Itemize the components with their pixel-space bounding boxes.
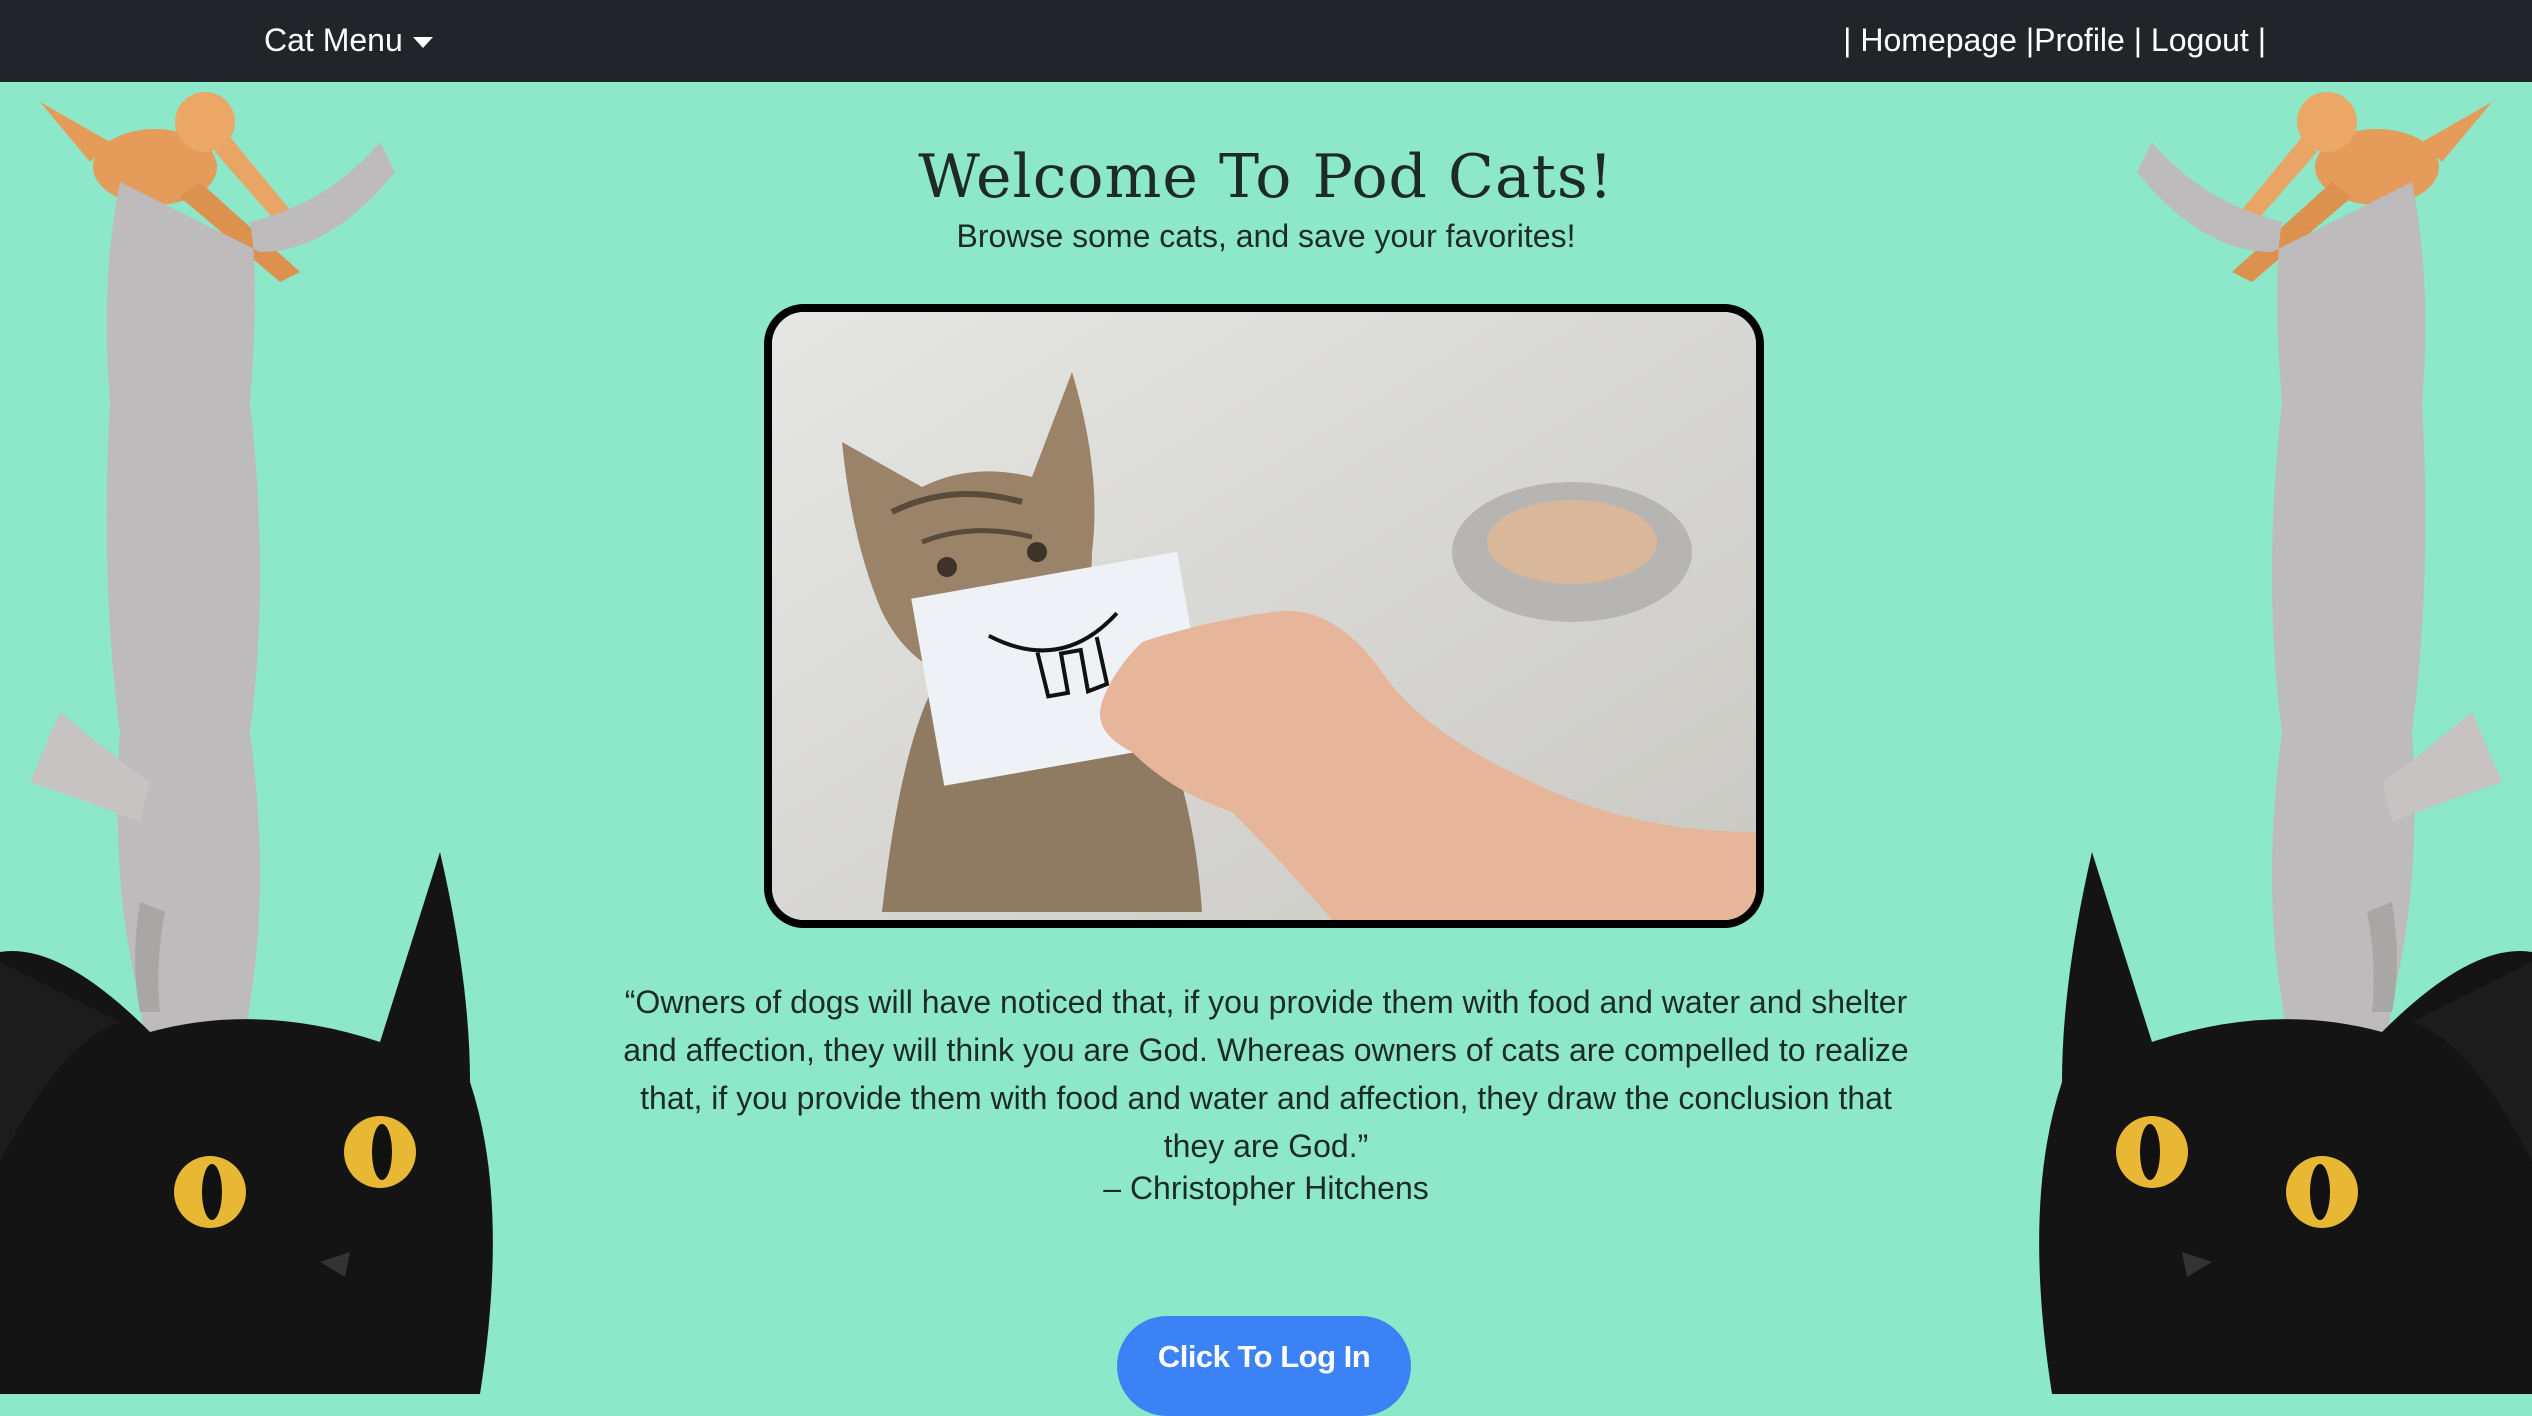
nav-link-profile[interactable]: Profile: [2034, 22, 2125, 59]
nav-separator: |: [2016, 22, 2035, 58]
page-title: Welcome To Pod Cats!: [918, 142, 1614, 212]
nav-separator: |: [1843, 22, 1861, 58]
nav-separator: |: [2248, 22, 2266, 58]
page-subtitle: Browse some cats, and save your favorite…: [956, 218, 1576, 254]
login-button[interactable]: Click To Log In: [1117, 1316, 1411, 1416]
nav-link-homepage[interactable]: Homepage: [1860, 22, 2017, 59]
nav-link-logout[interactable]: Logout: [2151, 22, 2249, 59]
hero-image: [764, 304, 1764, 928]
cat-menu-label: Cat Menu: [264, 22, 403, 58]
navbar: Cat Menu | Homepage | Profile | Logout |: [0, 0, 2532, 82]
kitten-photo: [772, 312, 1756, 920]
quote-author: – Christopher Hitchens: [1103, 1170, 1429, 1206]
cat-quote: “Owners of dogs will have noticed that, …: [623, 984, 1909, 1164]
nav-separator: |: [2124, 22, 2151, 58]
nav-links: | Homepage | Profile | Logout |: [1843, 22, 2266, 59]
caret-down-icon: [412, 37, 433, 48]
cat-menu-dropdown[interactable]: Cat Menu: [264, 22, 433, 59]
